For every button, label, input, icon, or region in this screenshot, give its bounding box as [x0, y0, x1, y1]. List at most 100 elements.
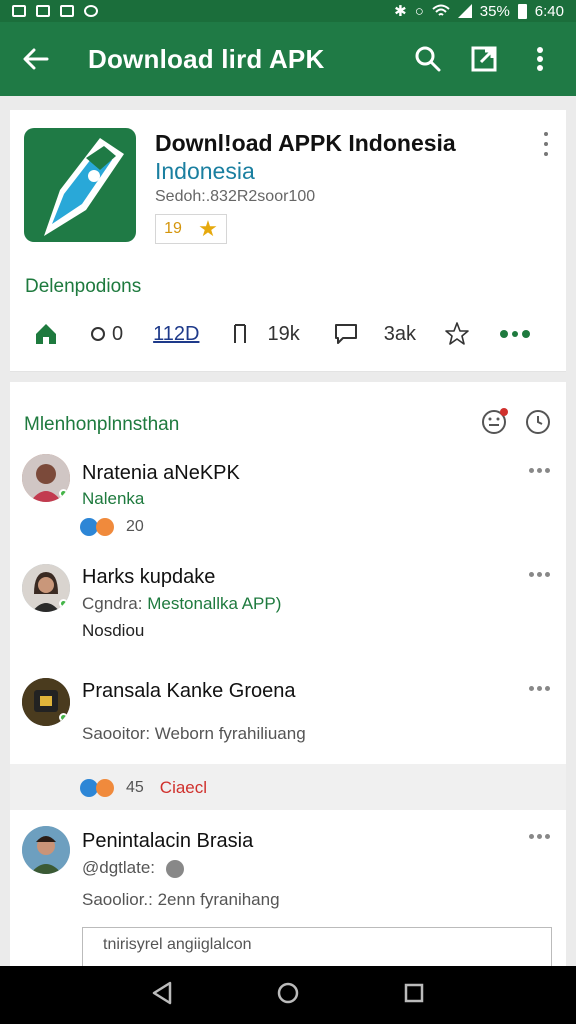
action-row: 0 112D 19k 3ak — [10, 314, 566, 354]
app-meta: Sedoh:.832R2soor100 — [155, 188, 316, 205]
views-count: 0 — [112, 322, 124, 345]
item-name: Pransala Kanke Groena — [82, 680, 296, 702]
comment-icon — [334, 324, 357, 344]
arrow-left-icon — [23, 48, 49, 70]
overflow-menu-button[interactable] — [518, 37, 562, 81]
open-external-button[interactable] — [462, 37, 506, 81]
more-horiz-icon — [529, 686, 534, 691]
square-recents-icon — [404, 983, 423, 1002]
item-name: Harks kupdake — [82, 566, 216, 588]
nav-back-button[interactable] — [151, 981, 173, 1010]
more-horiz-dot — [537, 572, 542, 577]
person-portrait-icon — [22, 826, 70, 874]
feed-title: Mlenhonplnnsthan — [24, 414, 180, 435]
eye-icon — [91, 327, 105, 341]
online-indicator — [59, 489, 68, 498]
item-subtitle: Nalenka — [82, 489, 145, 508]
page-title: Download lird APK — [88, 43, 325, 74]
status-bar-notifications — [12, 5, 98, 17]
vpn-icon — [84, 5, 98, 17]
love-reaction-icon — [96, 518, 114, 536]
app-subtitle: Indonesia — [155, 158, 255, 184]
star-outline-icon — [445, 322, 469, 345]
home-action[interactable] — [34, 322, 58, 346]
back-button[interactable] — [14, 37, 58, 81]
pen-nib-icon — [44, 138, 124, 236]
bookmark-icon — [234, 324, 247, 343]
more-action[interactable] — [499, 329, 530, 339]
open-external-icon — [471, 46, 497, 72]
search-icon — [415, 46, 441, 72]
avatar[interactable] — [22, 826, 70, 874]
avatar[interactable] — [22, 564, 70, 612]
more-vert-icon — [544, 132, 548, 136]
love-reaction-icon — [96, 779, 114, 797]
clock-icon — [526, 410, 550, 434]
reaction-label[interactable]: Ciaecl — [160, 778, 207, 798]
more-horiz-dot — [537, 834, 542, 839]
clock-button[interactable] — [524, 408, 552, 441]
feed-toolbar — [480, 408, 552, 441]
reaction-count: 20 — [126, 518, 144, 535]
shares-action[interactable]: 3ak — [384, 323, 416, 346]
app-logo[interactable] — [24, 128, 136, 242]
app-bar: Download lird APK — [0, 22, 576, 96]
item-subtitle: Saooitor: Weborn fyrahiliuang — [82, 724, 306, 743]
alarm-icon: ○ — [414, 2, 424, 20]
more-vert-dot — [544, 152, 548, 156]
reactions[interactable]: 20 — [80, 518, 144, 536]
feed-card: Mlenhonplnnsthan Nratenia aNeKPK Nalenka… — [10, 382, 566, 972]
comment-action[interactable] — [334, 323, 358, 345]
item-more-button[interactable] — [529, 572, 550, 577]
bluetooth-icon: ✱ — [394, 3, 407, 20]
reactions[interactable]: 45 Ciaecl — [80, 778, 207, 798]
avatar[interactable] — [22, 678, 70, 726]
more-horiz-icon — [529, 834, 534, 839]
camera-icon — [60, 5, 74, 17]
more-horiz-icon — [529, 572, 534, 577]
item-handle-text: @dgtlate: — [82, 858, 156, 877]
battery-icon — [517, 3, 527, 19]
more-horiz-dot — [545, 468, 550, 473]
reaction-count: 45 — [126, 779, 144, 796]
online-indicator — [59, 713, 68, 722]
avatar[interactable] — [22, 454, 70, 502]
favorite-action[interactable] — [444, 321, 470, 347]
app-card: Downl!oad APPK Indonesia Indonesia Sedoh… — [10, 110, 566, 372]
list-item[interactable]: Harks kupdake Cgndra: Mestonallka APP) N… — [10, 562, 566, 672]
likes-count: 19k — [267, 322, 300, 345]
item-name: Penintalacin Brasia — [82, 830, 254, 852]
item-more-button[interactable] — [529, 686, 550, 691]
more-horiz-dot — [545, 572, 550, 577]
rating-badge[interactable]: 19 ★ — [155, 214, 227, 244]
link-preview[interactable]: tnirisyrel angiiglalcon — [82, 927, 552, 967]
shares-count: 3ak — [383, 322, 416, 345]
item-more-button[interactable] — [529, 834, 550, 839]
list-item[interactable]: Pransala Kanke Groena Saooitor: Weborn f… — [10, 676, 566, 762]
app-name: Downl!oad APPK Indonesia — [155, 130, 456, 156]
more-horiz-dot — [545, 834, 550, 839]
list-item[interactable]: Nratenia aNeKPK Nalenka 20 — [10, 452, 566, 552]
battery-level: 35% — [479, 2, 510, 20]
downloads-action[interactable]: 112D — [153, 323, 199, 346]
item-handle: @dgtlate: — [82, 858, 184, 878]
nav-recents-button[interactable] — [403, 982, 425, 1009]
item-subtitle-highlight: Mestonallka APP) — [147, 594, 282, 613]
downloads-count: 112D — [153, 322, 200, 345]
item-more-button[interactable] — [529, 468, 550, 473]
search-button[interactable] — [406, 37, 450, 81]
circle-home-icon — [277, 982, 299, 1003]
system-nav-bar — [0, 966, 576, 1024]
item-name: Nratenia aNeKPK — [82, 462, 240, 484]
likes-action[interactable]: 19k — [267, 323, 299, 346]
emoji-button[interactable] — [480, 408, 508, 441]
more-horiz-dot — [545, 686, 550, 691]
photo-icon — [36, 5, 50, 17]
nav-home-button[interactable] — [276, 981, 300, 1010]
views-action[interactable]: 0 — [90, 323, 123, 346]
rating-value: 19 — [164, 220, 182, 237]
bookmark-action[interactable] — [233, 323, 247, 345]
more-horiz-dot — [537, 686, 542, 691]
card-more-button[interactable] — [538, 132, 554, 156]
item-subtitle: Saoolior.: 2enn fyranihang — [82, 890, 280, 909]
